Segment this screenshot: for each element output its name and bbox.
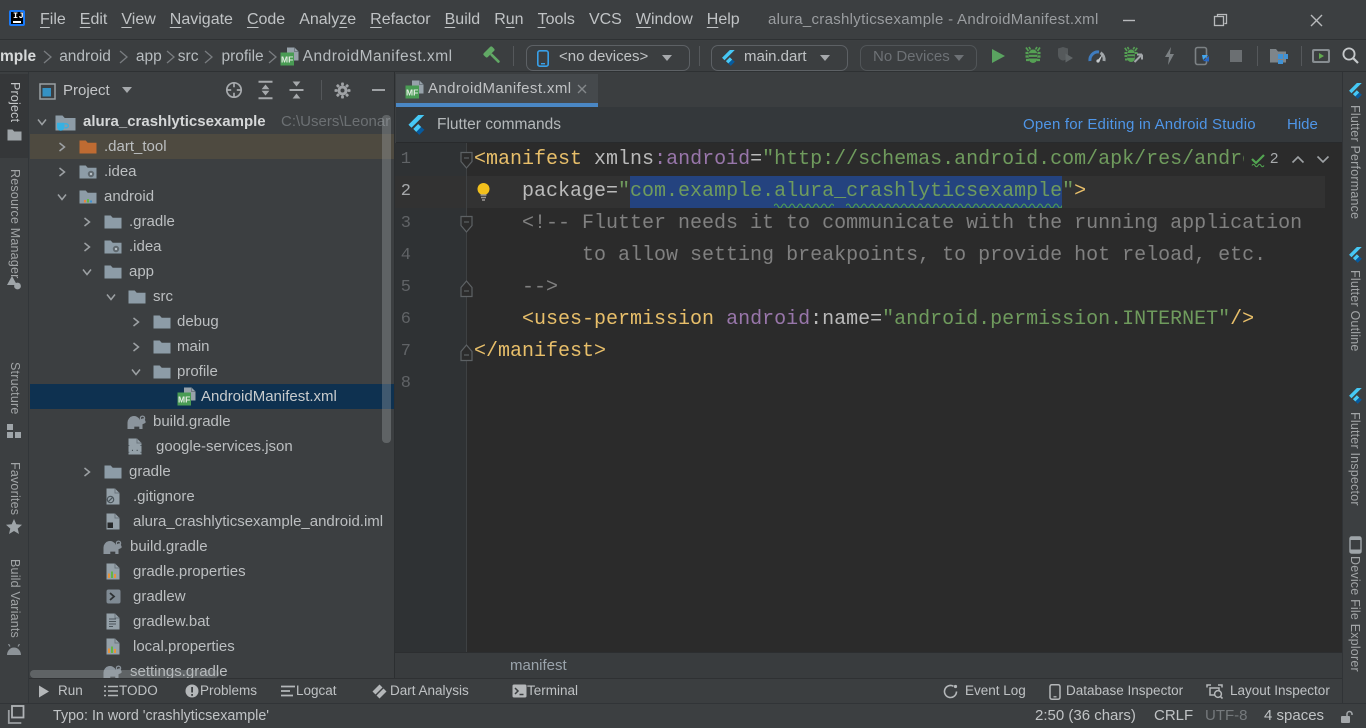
svg-text:MF: MF	[178, 395, 190, 405]
svg-text:{..}: {..}	[128, 445, 142, 454]
svg-text:MF: MF	[406, 88, 418, 98]
svg-text:MF: MF	[281, 55, 293, 65]
